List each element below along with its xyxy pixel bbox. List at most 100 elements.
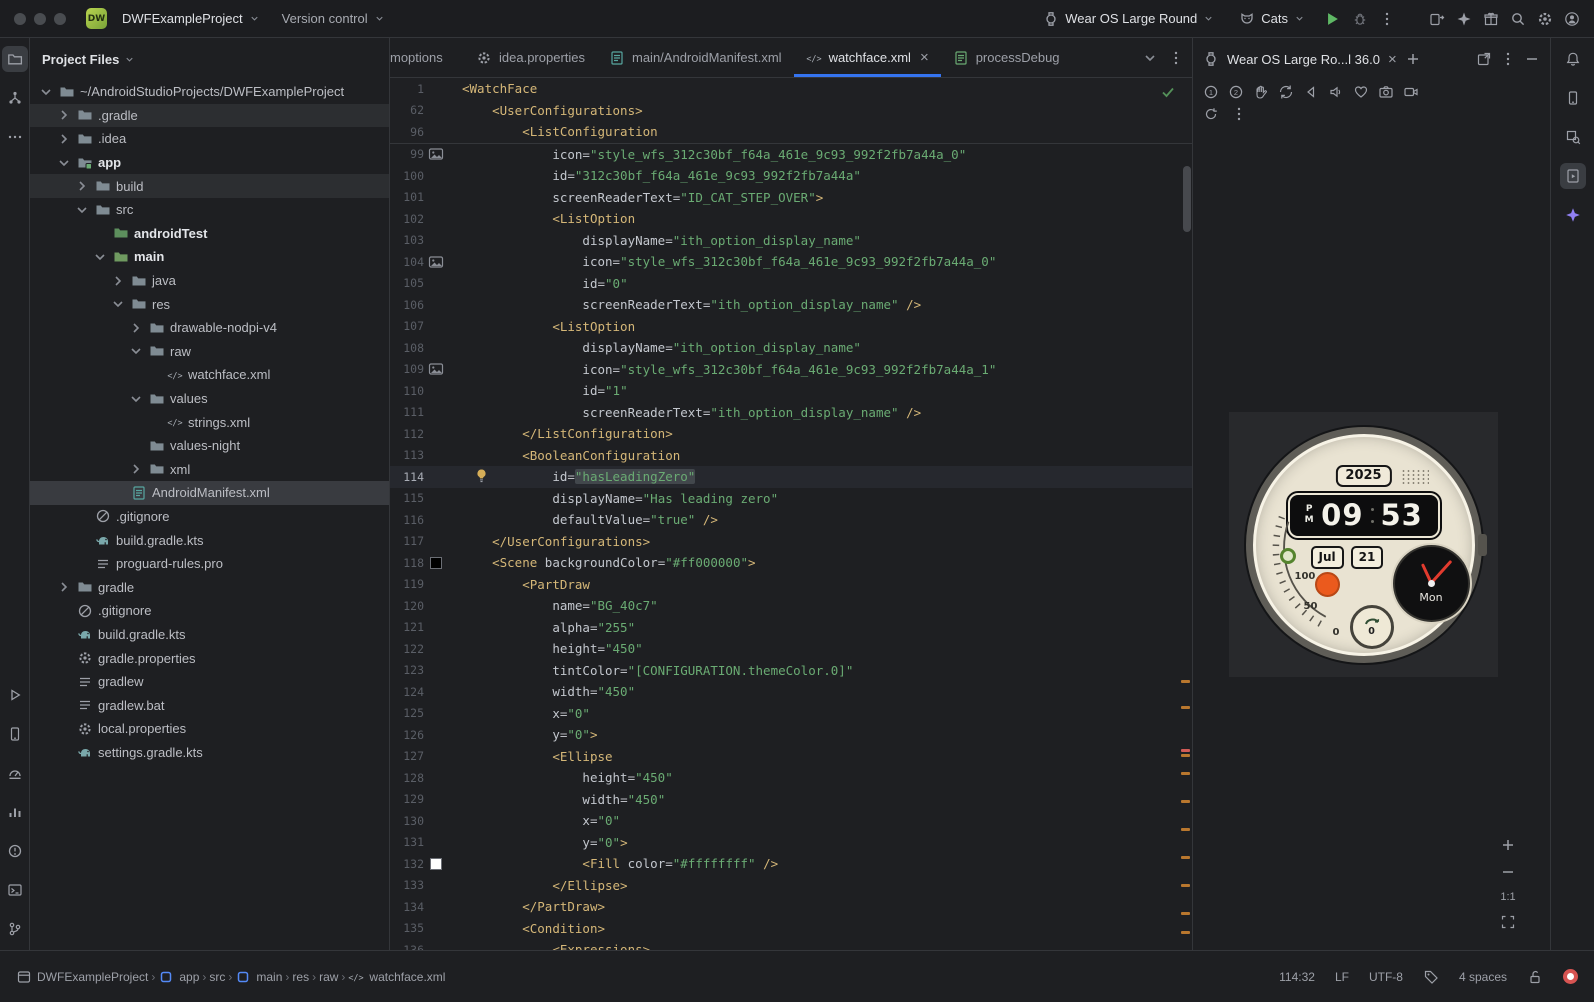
device-screen[interactable]: 2025 PM 09 53 Jul 21 Mon 100 50 0 0 <box>1229 412 1498 677</box>
intention-bulb-icon[interactable] <box>474 468 489 485</box>
stripe-mark[interactable] <box>1181 749 1190 752</box>
chevron-right-icon[interactable] <box>128 320 144 336</box>
tree-item-raw[interactable]: raw <box>30 340 389 364</box>
tree-item-build-gradle-kts[interactable]: build.gradle.kts <box>30 528 389 552</box>
palm-gesture-icon[interactable] <box>1253 84 1269 100</box>
stripe-mark[interactable] <box>1181 912 1190 915</box>
code-line-104[interactable]: 104 icon="style_wfs_312c30bf_f64a_461e_9… <box>390 251 1192 273</box>
code-line-122[interactable]: 122 height="450" <box>390 638 1192 660</box>
tab-watchface-xml[interactable]: </> watchface.xml × <box>794 38 941 77</box>
color-swatch-white-icon[interactable] <box>430 857 442 870</box>
tab-moptions[interactable]: moptions <box>390 38 464 77</box>
lock-open-icon[interactable] <box>1527 969 1543 985</box>
device-manager-button[interactable] <box>1560 85 1586 111</box>
tree-item-local-properties[interactable]: local.properties <box>30 717 389 741</box>
breadcrumb-raw[interactable]: raw <box>319 970 338 984</box>
zoom-level[interactable]: 1:1 <box>1500 891 1515 903</box>
stripe-mark[interactable] <box>1181 706 1190 709</box>
code-line-1[interactable]: 1 <WatchFace <box>390 78 1192 100</box>
chevron-right-icon[interactable] <box>56 131 72 147</box>
tree-item-xml[interactable]: xml <box>30 458 389 482</box>
code-line-130[interactable]: 130 x="0" <box>390 810 1192 832</box>
stripe-mark[interactable] <box>1181 931 1190 934</box>
code-line-131[interactable]: 131 y="0"> <box>390 832 1192 854</box>
code-line-100[interactable]: 100 id="312c30bf_f64a_461e_9c93_992f2fb7… <box>390 165 1192 187</box>
layout-inspector-button[interactable] <box>1560 124 1586 150</box>
more-actions-icon[interactable] <box>1379 11 1395 27</box>
tree-item-java[interactable]: java <box>30 269 389 293</box>
code-line-127[interactable]: 127 <Ellipse <box>390 746 1192 768</box>
code-line-135[interactable]: 135 <Condition> <box>390 918 1192 940</box>
tree-item-proguard-rules-pro[interactable]: proguard-rules.pro <box>30 552 389 576</box>
tree-item-gradlew-bat[interactable]: gradlew.bat <box>30 693 389 717</box>
chevron-down-icon[interactable] <box>38 84 54 100</box>
ai-assistant-icon[interactable] <box>1456 11 1472 27</box>
tree-item-src[interactable]: src <box>30 198 389 222</box>
stripe-mark[interactable] <box>1181 800 1190 803</box>
tree-item-androidmanifest-xml[interactable]: AndroidManifest.xml <box>30 481 389 505</box>
zoom-in-icon[interactable] <box>1500 837 1516 853</box>
rotate-device-icon[interactable] <box>1278 84 1294 100</box>
tool-problems-button[interactable] <box>2 838 28 864</box>
wear-button-2-icon[interactable]: 2 <box>1228 84 1244 100</box>
breadcrumb-main[interactable]: main <box>235 969 282 985</box>
tool-structure-button[interactable] <box>2 85 28 111</box>
tool-more-button[interactable] <box>2 124 28 150</box>
running-devices-button[interactable] <box>1559 163 1586 189</box>
code-line-103[interactable]: 103 displayName="ith_option_display_name… <box>390 230 1192 252</box>
chevron-right-icon[interactable] <box>56 579 72 595</box>
tool-terminal-button[interactable] <box>2 877 28 903</box>
run-button[interactable] <box>1323 10 1341 28</box>
code-line-126[interactable]: 126 y="0"> <box>390 724 1192 746</box>
code-line-62[interactable]: 62 <UserConfigurations> <box>390 100 1192 122</box>
tool-version-control-button[interactable] <box>2 916 28 942</box>
code-line-129[interactable]: 129 width="450" <box>390 789 1192 811</box>
zoom-out-icon[interactable] <box>1500 864 1516 880</box>
code-line-99[interactable]: 99 icon="style_wfs_312c30bf_f64a_461e_9c… <box>390 144 1192 166</box>
gemini-button[interactable] <box>1560 202 1586 228</box>
code-line-125[interactable]: 125 x="0" <box>390 703 1192 725</box>
tree-item-androidstudioprojects-dwfexampleproject[interactable]: ~/AndroidStudioProjects/DWFExampleProjec… <box>30 80 389 104</box>
tree-item-gradlew[interactable]: gradlew <box>30 670 389 694</box>
file-encoding[interactable]: UTF-8 <box>1369 970 1403 984</box>
open-in-window-icon[interactable] <box>1476 51 1492 67</box>
code-line-102[interactable]: 102 <ListOption <box>390 208 1192 230</box>
code-line-124[interactable]: 124 width="450" <box>390 681 1192 703</box>
tree-item-app[interactable]: app <box>30 151 389 175</box>
tree-item-res[interactable]: res <box>30 292 389 316</box>
stripe-mark[interactable] <box>1181 754 1190 757</box>
caret-position[interactable]: 114:32 <box>1279 970 1315 984</box>
code-line-106[interactable]: 106 screenReaderText="ith_option_display… <box>390 294 1192 316</box>
tab-processdebug[interactable]: processDebug <box>941 38 1072 77</box>
tag-icon[interactable] <box>1423 969 1439 985</box>
chevron-right-icon[interactable] <box>56 107 72 123</box>
screenshot-icon[interactable] <box>1378 84 1394 100</box>
tree-item-gitignore[interactable]: .gitignore <box>30 599 389 623</box>
run-configuration-selector[interactable]: Cats <box>1232 7 1312 31</box>
tree-item-build-gradle-kts[interactable]: build.gradle.kts <box>30 623 389 647</box>
tree-item-build[interactable]: build <box>30 174 389 198</box>
zoom-fit-icon[interactable] <box>1500 914 1516 930</box>
hide-panel-icon[interactable] <box>1524 51 1540 67</box>
version-control-menu[interactable]: Version control <box>275 7 392 30</box>
code-line-108[interactable]: 108 displayName="ith_option_display_name… <box>390 337 1192 359</box>
tool-run-button[interactable] <box>2 682 28 708</box>
breadcrumb-watchface-xml[interactable]: </> watchface.xml <box>348 969 446 985</box>
analysis-status-icon[interactable] <box>1563 969 1578 984</box>
code-line-107[interactable]: 107 <ListOption <box>390 316 1192 338</box>
code-line-116[interactable]: 116 defaultValue="true" /> <box>390 509 1192 531</box>
debug-button[interactable] <box>1352 11 1368 27</box>
breadcrumb-src[interactable]: src <box>209 970 225 984</box>
code-line-119[interactable]: 119 <PartDraw <box>390 574 1192 596</box>
tab-idea-properties[interactable]: idea.properties <box>464 38 597 77</box>
window-close-button[interactable] <box>14 12 26 25</box>
code-line-111[interactable]: 111 screenReaderText="ith_option_display… <box>390 402 1192 424</box>
reset-icon[interactable] <box>1203 106 1219 122</box>
tool-project-button[interactable] <box>1 46 28 72</box>
tree-item-gitignore[interactable]: .gitignore <box>30 505 389 529</box>
code-line-120[interactable]: 120 name="BG_40c7" <box>390 595 1192 617</box>
tree-item-strings-xml[interactable]: </> strings.xml <box>30 410 389 434</box>
chevron-down-icon[interactable] <box>128 343 144 359</box>
chevron-down-icon[interactable] <box>128 391 144 407</box>
chevron-down-icon[interactable] <box>92 249 108 265</box>
